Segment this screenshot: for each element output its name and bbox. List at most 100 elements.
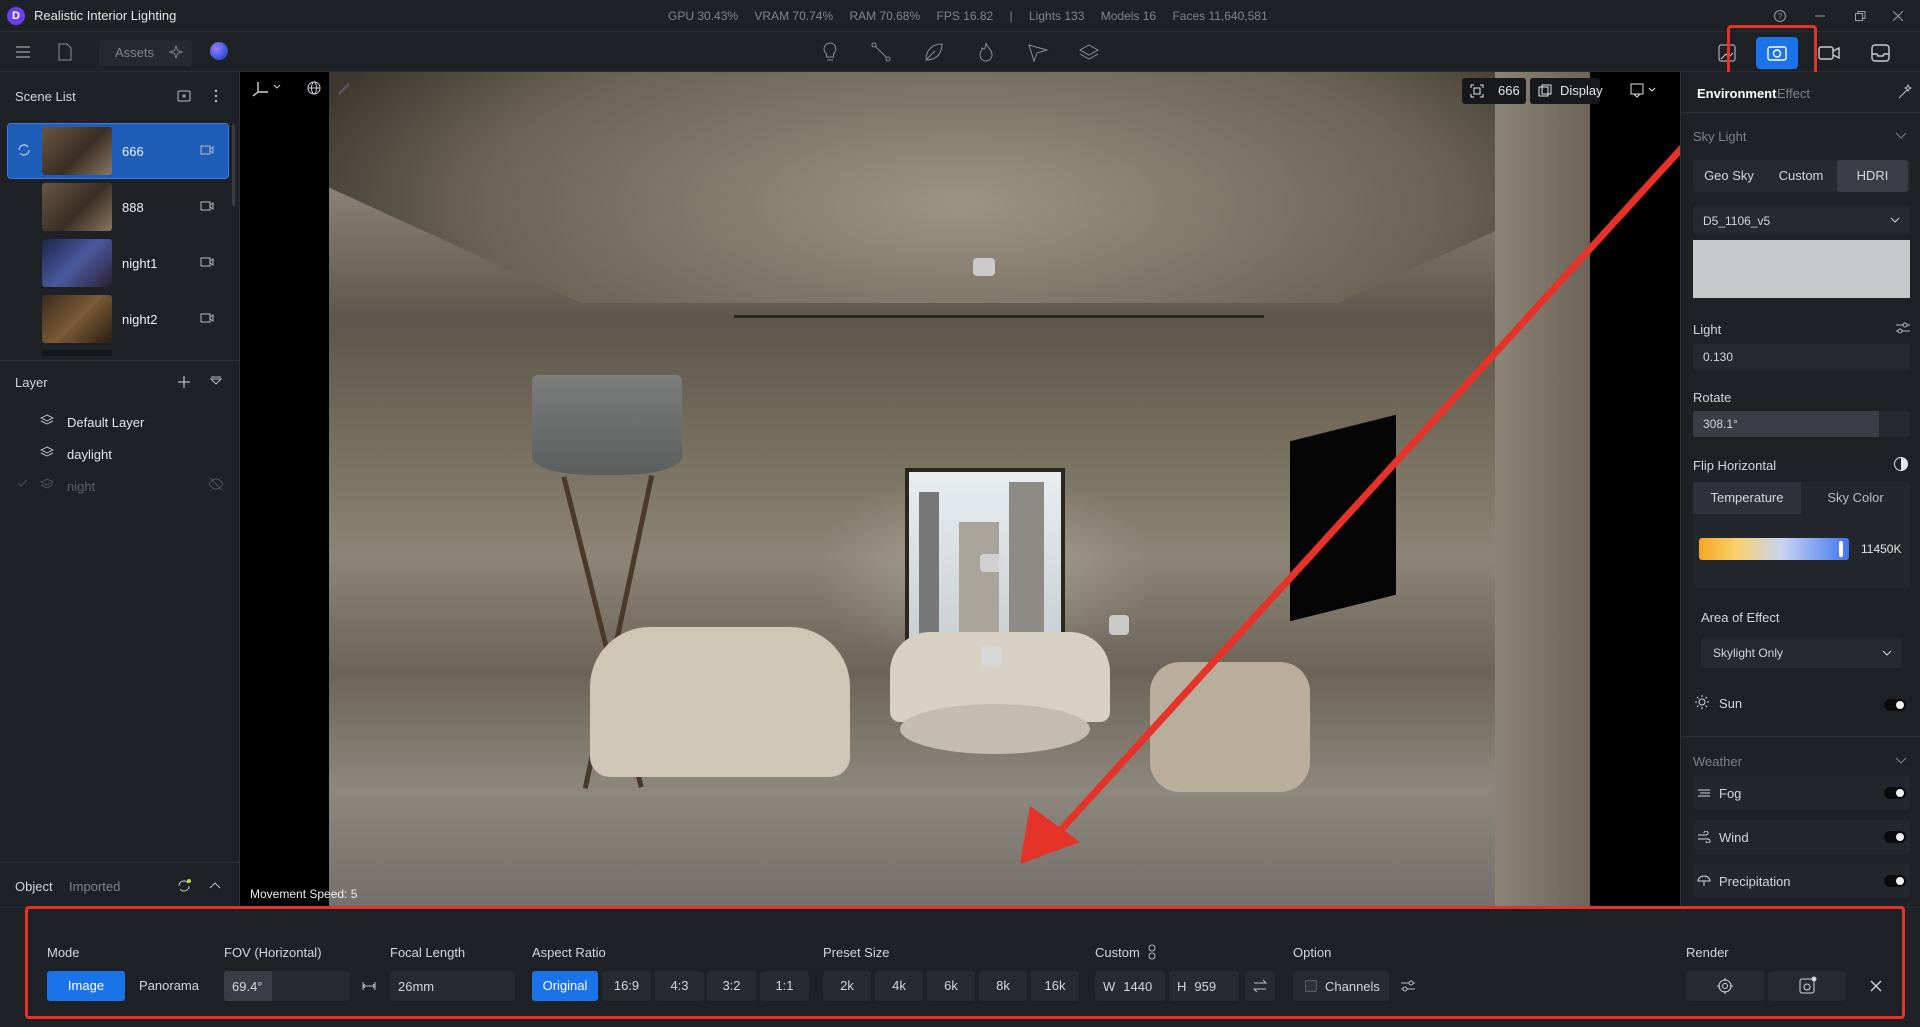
layer-item-night[interactable]: night — [67, 479, 95, 494]
magic-wand-icon[interactable] — [1897, 84, 1913, 100]
inbox-button[interactable] — [1860, 37, 1902, 69]
tab-effect[interactable]: Effect — [1777, 86, 1810, 101]
svg-text:?: ? — [1778, 12, 1783, 21]
area-of-effect-label: Area of Effect — [1701, 610, 1780, 625]
temperature-value[interactable]: 11450K — [1861, 542, 1901, 556]
add-scene-icon[interactable] — [176, 88, 192, 104]
fog-icon — [1697, 787, 1711, 799]
scene-item-night1[interactable]: night1 — [8, 236, 228, 290]
sun-label: Sun — [1719, 696, 1743, 711]
light-value: 0.130 — [1703, 350, 1734, 364]
collapse-icon[interactable] — [208, 880, 222, 892]
transform-gizmo-icon[interactable] — [250, 76, 284, 98]
layer-icon — [40, 413, 54, 427]
minimize-icon[interactable] — [1810, 6, 1830, 26]
display-button[interactable]: Display — [1530, 78, 1603, 104]
hidden-eye-icon[interactable] — [208, 477, 224, 491]
scene-list-title: Scene List — [15, 89, 76, 104]
light-marker-icon[interactable] — [981, 646, 1001, 666]
scene-item-666[interactable]: 666 — [7, 123, 229, 179]
precipitation-toggle[interactable] — [1884, 875, 1906, 887]
color-group: Temperature Sky Color 11450K — [1693, 482, 1910, 588]
camera-icon[interactable] — [200, 200, 214, 212]
television — [1290, 414, 1396, 622]
weather-title[interactable]: Weather — [1693, 754, 1742, 769]
light-marker-icon[interactable] — [980, 554, 1002, 572]
area-of-effect-select[interactable]: Skylight Only — [1701, 638, 1902, 668]
refresh-icon[interactable] — [176, 878, 192, 894]
layers-icon[interactable] — [1078, 42, 1100, 62]
flip-horizontal-label: Flip Horizontal — [1693, 458, 1777, 473]
fps-stat: FPS 16.82 — [936, 9, 994, 23]
camera-bar-highlight-box — [25, 906, 1905, 1019]
camera-icon[interactable] — [200, 256, 214, 268]
path-icon[interactable] — [870, 41, 892, 63]
chevron-down-icon[interactable] — [1895, 132, 1907, 140]
vram-stat: VRAM 70.74% — [754, 9, 834, 23]
right-panel: Environment Effect Sky Light Geo Sky Cus… — [1680, 72, 1920, 907]
restore-icon[interactable] — [1850, 6, 1870, 26]
fire-icon[interactable] — [976, 41, 996, 63]
wind-toggle[interactable] — [1884, 831, 1906, 843]
3d-viewport[interactable]: 666 Display Movement Speed: 5 — [240, 72, 1680, 907]
tab-environment[interactable]: Environment — [1697, 86, 1776, 101]
brush-icon[interactable] — [336, 80, 352, 96]
floor-lamp-shade — [532, 375, 682, 475]
focus-icon — [1470, 84, 1484, 98]
assets-label: Assets — [115, 45, 155, 60]
filter-icon[interactable] — [208, 374, 224, 390]
view-switch-icon[interactable] — [1630, 82, 1660, 98]
main-toolbar: Assets — [0, 32, 1920, 72]
layer-item-default[interactable]: Default Layer — [67, 415, 144, 430]
hdri-select[interactable]: D5_1106_v5 — [1693, 206, 1910, 234]
camera-icon[interactable] — [200, 144, 214, 156]
scene-item-888[interactable]: 888 — [8, 180, 228, 234]
layer-item-daylight[interactable]: daylight — [67, 447, 112, 462]
leaf-icon[interactable] — [923, 41, 945, 63]
add-layer-icon[interactable] — [176, 374, 192, 390]
sky-light-title[interactable]: Sky Light — [1693, 129, 1746, 144]
divider — [0, 360, 240, 361]
terrain-icon[interactable] — [1027, 41, 1049, 63]
scene-list-scrollbar[interactable] — [232, 124, 235, 206]
sky-mode-custom[interactable]: Custom — [1765, 160, 1837, 192]
tab-object[interactable]: Object — [15, 879, 53, 894]
temperature-slider[interactable] — [1699, 538, 1849, 560]
light-marker-icon[interactable] — [973, 258, 995, 276]
hdri-name: D5_1106_v5 — [1703, 214, 1771, 228]
scene-thumbnail — [42, 295, 112, 343]
sky-mode-hdri[interactable]: HDRI — [1837, 160, 1908, 192]
light-intensity-field[interactable]: 0.130 — [1693, 344, 1910, 370]
flip-toggle-icon[interactable] — [1893, 456, 1909, 472]
close-window-icon[interactable] — [1888, 6, 1908, 26]
scene-item-night2[interactable]: night2 — [8, 292, 228, 346]
help-icon[interactable]: ? — [1770, 6, 1790, 26]
app-logo: D — [7, 7, 25, 25]
adjust-icon[interactable] — [1895, 321, 1911, 335]
ai-assistant-icon[interactable] — [210, 42, 228, 60]
wind-icon — [1697, 831, 1711, 843]
chevron-down-icon[interactable] — [1895, 757, 1907, 765]
globe-icon[interactable] — [306, 80, 322, 96]
rotate-slider[interactable]: 308.1° — [1693, 411, 1910, 437]
rotate-value: 308.1° — [1703, 417, 1738, 431]
camera-name-chip[interactable]: 666 — [1462, 78, 1526, 104]
layer-icon — [40, 477, 54, 491]
check-icon[interactable] — [16, 477, 28, 489]
light-bulb-icon[interactable] — [820, 41, 840, 63]
sky-mode-geo[interactable]: Geo Sky — [1693, 160, 1765, 192]
more-options-icon[interactable] — [208, 88, 224, 104]
file-icon[interactable] — [56, 42, 74, 62]
sun-toggle[interactable] — [1884, 699, 1906, 711]
light-marker-icon[interactable] — [1109, 615, 1129, 635]
sync-icon[interactable] — [17, 143, 31, 157]
chevron-down-icon — [1882, 650, 1892, 657]
tab-temperature[interactable]: Temperature — [1693, 482, 1801, 514]
temperature-thumb[interactable] — [1839, 541, 1843, 557]
assets-button[interactable]: Assets — [99, 40, 192, 66]
menu-icon[interactable] — [14, 43, 32, 61]
fog-toggle[interactable] — [1884, 787, 1906, 799]
camera-icon[interactable] — [200, 312, 214, 324]
tab-sky-color[interactable]: Sky Color — [1801, 482, 1910, 514]
tab-imported[interactable]: Imported — [69, 879, 120, 894]
